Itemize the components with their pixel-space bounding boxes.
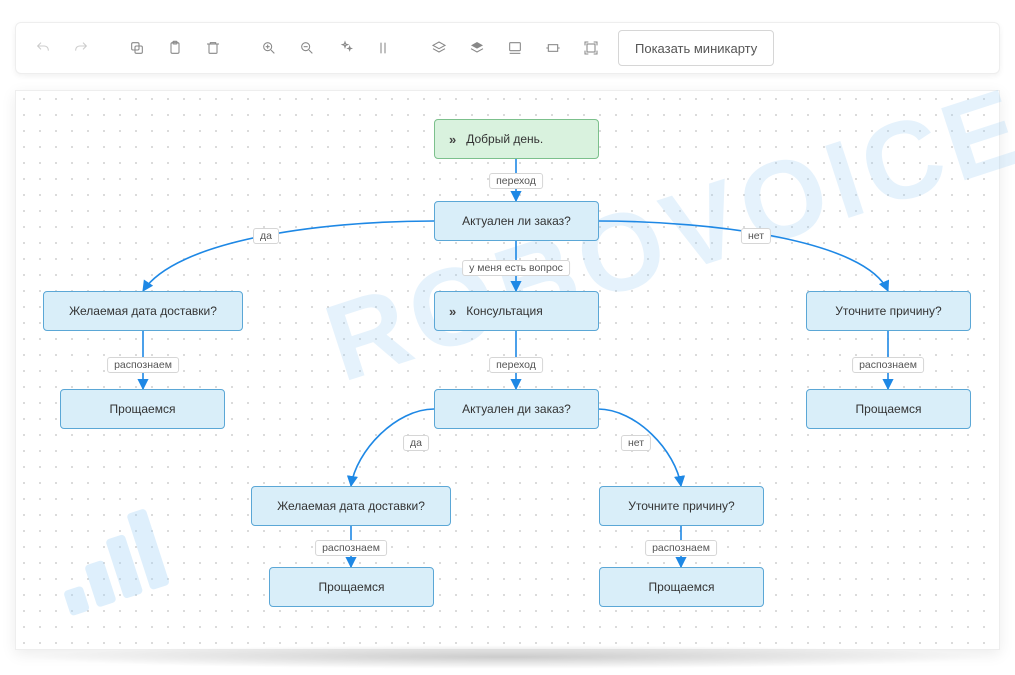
edge-label: у меня есть вопрос: [462, 260, 570, 276]
edge-label: да: [403, 435, 429, 451]
diagram-canvas[interactable]: ROBOVOICE: [15, 90, 1000, 650]
node-q-actual[interactable]: Актуален ли заказ?: [434, 201, 599, 241]
edge-label: нет: [621, 435, 651, 451]
fit-width-icon[interactable]: [536, 31, 570, 65]
node-start[interactable]: » Добрый день.: [434, 119, 599, 159]
node-bye-mid-l[interactable]: Прощаемся: [269, 567, 434, 607]
copy-icon[interactable]: [120, 31, 154, 65]
node-consult[interactable]: » Консультация: [434, 291, 599, 331]
node-label: Уточните причину?: [628, 499, 734, 513]
edge-label: распознаем: [645, 540, 717, 556]
node-label: Уточните причину?: [835, 304, 941, 318]
paste-icon[interactable]: [158, 31, 192, 65]
node-reason-right[interactable]: Уточните причину?: [806, 291, 971, 331]
node-bye-left[interactable]: Прощаемся: [60, 389, 225, 429]
node-label: Актуален ли заказ?: [462, 214, 571, 228]
edge-label: да: [253, 228, 279, 244]
chevron-right-icon: »: [449, 132, 456, 147]
wrap-icon[interactable]: [498, 31, 532, 65]
zoom-in-icon[interactable]: [252, 31, 286, 65]
node-date-mid[interactable]: Желаемая дата доставки?: [251, 486, 451, 526]
node-label: Добрый день.: [466, 132, 543, 146]
show-minimap-button[interactable]: Показать миникарту: [618, 30, 774, 66]
layers-back-icon[interactable]: [460, 31, 494, 65]
node-bye-right[interactable]: Прощаемся: [806, 389, 971, 429]
toolbar: Показать миникарту: [15, 22, 1000, 74]
node-label: Желаемая дата доставки?: [69, 304, 217, 318]
bar-icon[interactable]: [366, 31, 400, 65]
edge-label: распознаем: [315, 540, 387, 556]
layers-front-icon[interactable]: [422, 31, 456, 65]
chevron-right-icon: »: [449, 304, 456, 319]
fit-all-icon[interactable]: [574, 31, 608, 65]
edge-label: распознаем: [107, 357, 179, 373]
node-label: Прощаемся: [856, 402, 922, 416]
node-label: Актуален ди заказ?: [462, 402, 571, 416]
node-label: Прощаемся: [319, 580, 385, 594]
zoom-out-icon[interactable]: [290, 31, 324, 65]
node-label: Желаемая дата доставки?: [277, 499, 425, 513]
edge-label: переход: [489, 357, 543, 373]
redo-icon[interactable]: [64, 31, 98, 65]
edge-label: нет: [741, 228, 771, 244]
node-label: Консультация: [466, 304, 542, 318]
node-label: Прощаемся: [110, 402, 176, 416]
node-label: Прощаемся: [649, 580, 715, 594]
watermark-bars: [46, 506, 177, 617]
node-q-actual-mid[interactable]: Актуален ди заказ?: [434, 389, 599, 429]
edge-label: распознаем: [852, 357, 924, 373]
node-date-left[interactable]: Желаемая дата доставки?: [43, 291, 243, 331]
magic-icon[interactable]: [328, 31, 362, 65]
watermark: ROBOVOICE: [311, 62, 1015, 407]
delete-icon[interactable]: [196, 31, 230, 65]
edge-label: переход: [489, 173, 543, 189]
undo-icon[interactable]: [26, 31, 60, 65]
node-bye-mid-r[interactable]: Прощаемся: [599, 567, 764, 607]
node-reason-mid[interactable]: Уточните причину?: [599, 486, 764, 526]
